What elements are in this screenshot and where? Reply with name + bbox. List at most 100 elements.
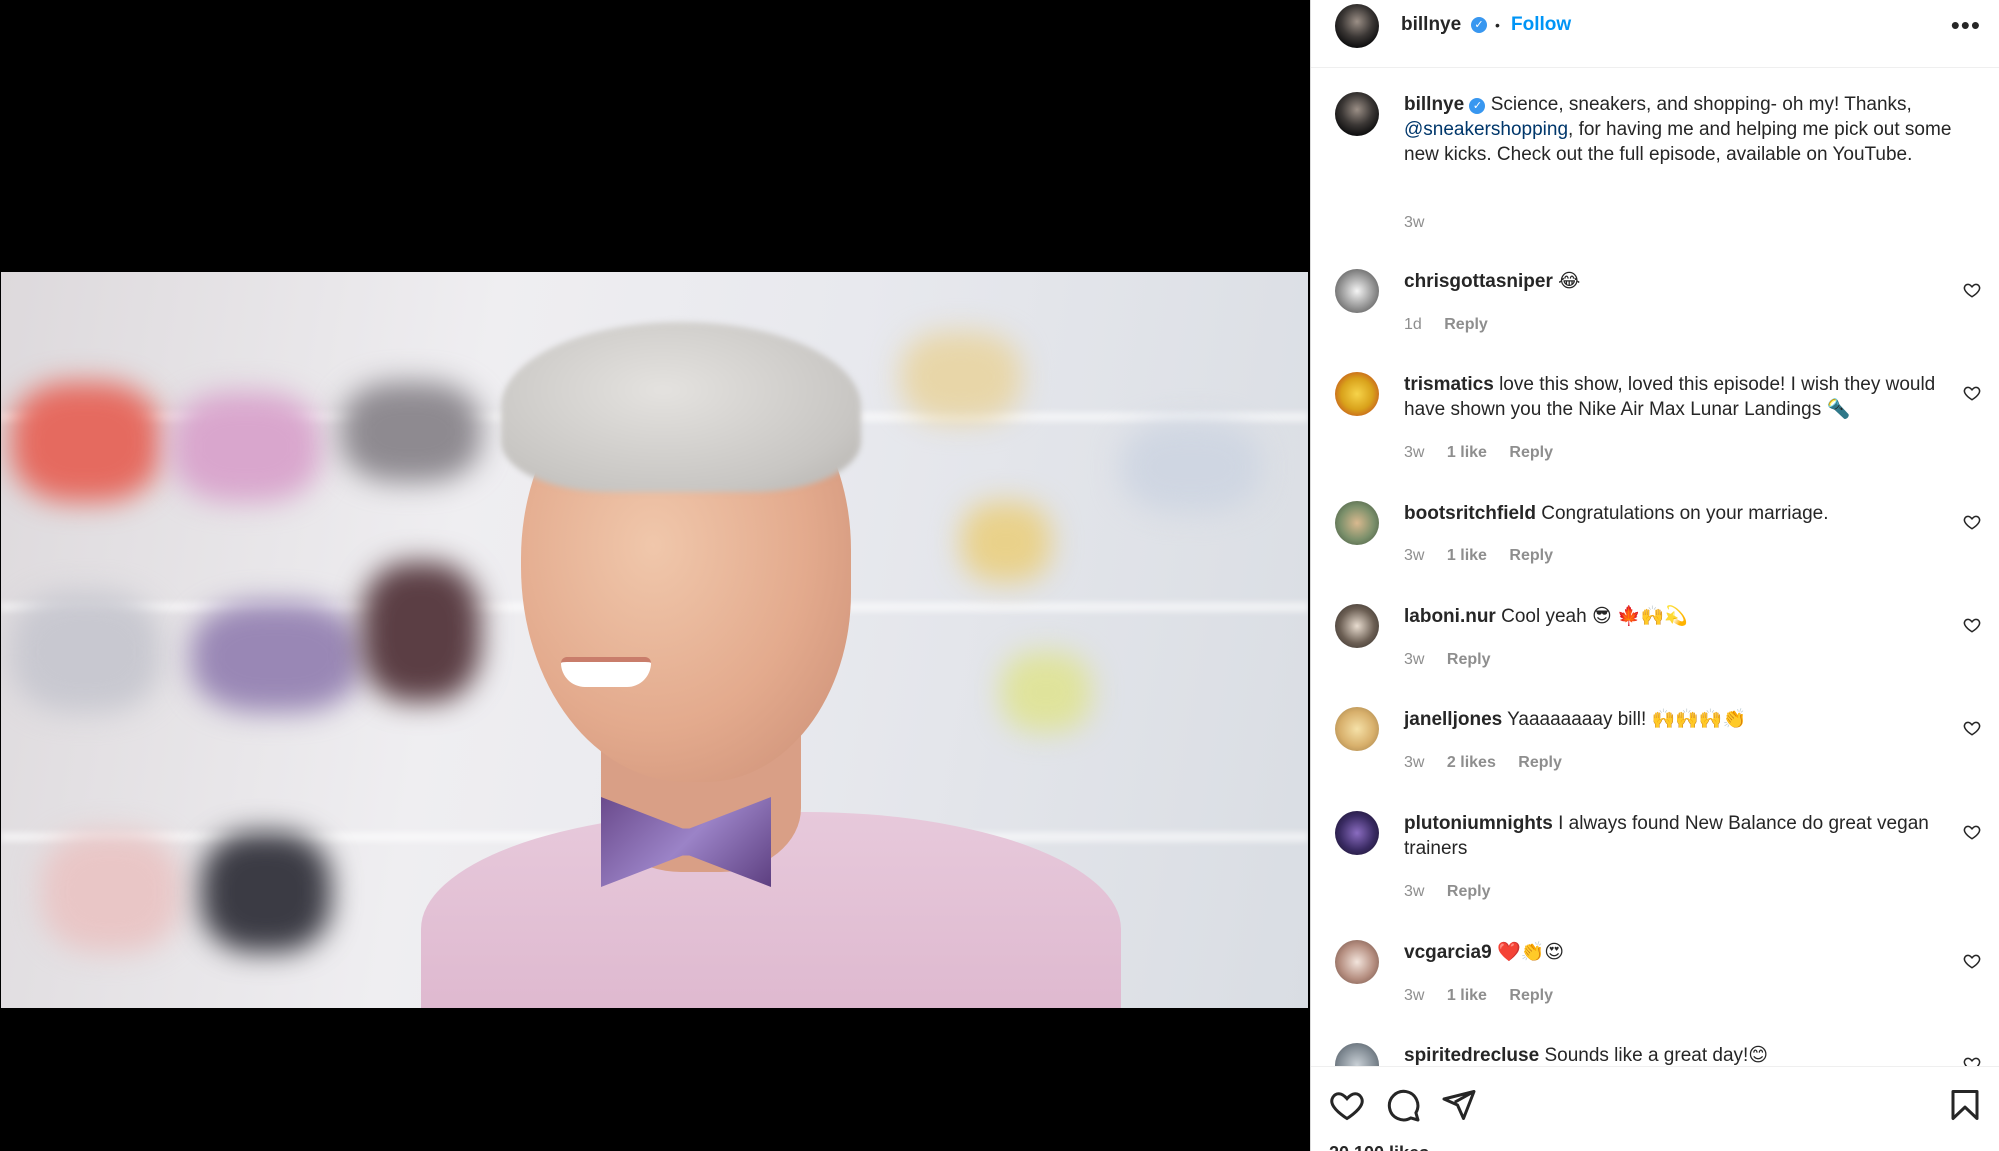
comment-text: Yaaaaaaaay bill! 🙌🙌🙌👏 [1507, 709, 1747, 730]
reply-button[interactable]: Reply [1509, 444, 1553, 461]
bookmark-icon[interactable] [1947, 1087, 1983, 1123]
comment-item: bootsritchfield Congratulations on your … [1404, 501, 1944, 526]
comment-text: ❤️👏😍 [1496, 942, 1565, 963]
caption-time: 3w [1404, 214, 1425, 231]
comment-meta: 3w 1 like Reply [1404, 547, 1553, 565]
comment-like-heart-icon[interactable] [1963, 719, 1981, 737]
comment-like-heart-icon[interactable] [1963, 952, 1981, 970]
verified-badge-icon: ✓ [1469, 98, 1486, 114]
sneaker-blur [341, 382, 481, 482]
reply-button[interactable]: Reply [1518, 754, 1562, 771]
comment-avatar[interactable] [1335, 269, 1379, 313]
person-hair [501, 322, 861, 492]
comment-likes[interactable]: 1 like [1447, 987, 1487, 1004]
follow-button[interactable]: Follow [1511, 14, 1571, 36]
comments-list[interactable]: billnye ✓ Science, sneakers, and shoppin… [1311, 69, 1999, 1066]
comment-item: chrisgottasniper 😂 [1404, 269, 1944, 294]
comment-meta: 3w 2 likes Reply [1404, 754, 1562, 772]
comment-time: 3w [1404, 754, 1425, 771]
comment-like-heart-icon[interactable] [1963, 823, 1981, 841]
reply-button[interactable]: Reply [1447, 883, 1491, 900]
reply-button[interactable]: Reply [1444, 316, 1488, 333]
caption-username[interactable]: billnye [1404, 94, 1464, 115]
comment-meta: 1d Reply [1404, 316, 1488, 334]
post-sidebar: billnye ✓ • Follow ••• billnye ✓ Science… [1310, 0, 1999, 1151]
sneaker-blur [191, 602, 361, 712]
sneaker-blur [201, 832, 331, 952]
caption-avatar[interactable] [1335, 92, 1379, 136]
comment-time: 3w [1404, 883, 1425, 900]
comment-time: 3w [1404, 444, 1425, 461]
reply-button[interactable]: Reply [1509, 987, 1553, 1004]
comment-text: Cool yeah 😎 🍁🙌💫 [1501, 606, 1689, 627]
comment-username[interactable]: vcgarcia9 [1404, 942, 1492, 963]
comment-like-heart-icon[interactable] [1963, 1055, 1981, 1066]
comment-meta: 3w 1 like Reply [1404, 444, 1553, 462]
comment-like-heart-icon[interactable] [1963, 513, 1981, 531]
comment-time: 3w [1404, 547, 1425, 564]
comment-avatar[interactable] [1335, 604, 1379, 648]
comment-username[interactable]: laboni.nur [1404, 606, 1496, 627]
comment-username[interactable]: plutoniumnights [1404, 813, 1553, 834]
comment-avatar[interactable] [1335, 940, 1379, 984]
sneaker-blur [1121, 422, 1261, 512]
comment-likes[interactable]: 2 likes [1447, 754, 1496, 771]
comment-username[interactable]: trismatics [1404, 374, 1494, 395]
comment-time: 3w [1404, 987, 1425, 1004]
caption-text-start: Science, sneakers, and shopping- oh my! … [1490, 94, 1912, 115]
caption: billnye ✓ Science, sneakers, and shoppin… [1404, 92, 1964, 167]
comment-like-heart-icon[interactable] [1963, 384, 1981, 402]
verified-badge-icon: ✓ [1471, 17, 1487, 33]
post-media[interactable] [0, 0, 1310, 1151]
separator-dot: • [1495, 17, 1500, 33]
sneaker-blur [171, 392, 321, 502]
comment-item: spiritedrecluse Sounds like a great day!… [1404, 1043, 1944, 1066]
reply-button[interactable]: Reply [1509, 547, 1553, 564]
comment-avatar[interactable] [1335, 707, 1379, 751]
author-username[interactable]: billnye [1401, 14, 1461, 36]
sneaker-blur [961, 502, 1051, 582]
reply-button[interactable]: Reply [1447, 651, 1491, 668]
author-avatar[interactable] [1335, 4, 1379, 48]
sneaker-blur [1001, 652, 1091, 732]
comment-avatar[interactable] [1335, 1043, 1379, 1066]
more-options-icon[interactable]: ••• [1951, 10, 1981, 41]
comment-icon[interactable] [1385, 1087, 1421, 1123]
person-mouth [561, 657, 651, 687]
comment-username[interactable]: chrisgottasniper [1404, 271, 1553, 292]
comment-text: 😂 [1558, 271, 1581, 292]
caption-timestamp: 3w [1404, 214, 1424, 232]
comment-like-heart-icon[interactable] [1963, 616, 1981, 634]
comment-time: 3w [1404, 651, 1425, 668]
comment-avatar[interactable] [1335, 811, 1379, 855]
heart-icon[interactable] [1329, 1087, 1365, 1123]
sneaker-blur [901, 332, 1021, 422]
share-icon[interactable] [1441, 1087, 1477, 1123]
post-header: billnye ✓ • Follow ••• [1311, 0, 1999, 68]
sneaker-blur [11, 592, 161, 712]
comment-username[interactable]: janelljones [1404, 709, 1502, 730]
comment-meta: 3w Reply [1404, 883, 1490, 901]
comment-time: 1d [1404, 316, 1422, 333]
comment-text: Sounds like a great day!😊 [1544, 1045, 1769, 1066]
comment-username[interactable]: bootsritchfield [1404, 503, 1536, 524]
comment-item: trismatics love this show, loved this ep… [1404, 372, 1944, 422]
comment-likes[interactable]: 1 like [1447, 547, 1487, 564]
comment-text: Congratulations on your marriage. [1541, 503, 1829, 524]
comment-item: plutoniumnights I always found New Balan… [1404, 811, 1944, 861]
likes-count[interactable]: 20,100 likes [1329, 1143, 1429, 1151]
comment-like-heart-icon[interactable] [1963, 281, 1981, 299]
comment-username[interactable]: spiritedrecluse [1404, 1045, 1539, 1066]
comment-meta: 3w Reply [1404, 651, 1490, 669]
comment-meta: 3w 1 like Reply [1404, 987, 1553, 1005]
caption-mention-link[interactable]: @sneakershopping [1404, 119, 1568, 140]
video-frame[interactable] [1, 272, 1308, 1008]
comment-avatar[interactable] [1335, 501, 1379, 545]
sneaker-blur [361, 562, 481, 702]
comment-item: laboni.nur Cool yeah 😎 🍁🙌💫 [1404, 604, 1944, 629]
post-actions-bar: 20,100 likes [1311, 1066, 1999, 1151]
comment-avatar[interactable] [1335, 372, 1379, 416]
comment-likes[interactable]: 1 like [1447, 444, 1487, 461]
sneaker-blur [11, 382, 161, 502]
comment-item: janelljones Yaaaaaaaay bill! 🙌🙌🙌👏 [1404, 707, 1944, 732]
